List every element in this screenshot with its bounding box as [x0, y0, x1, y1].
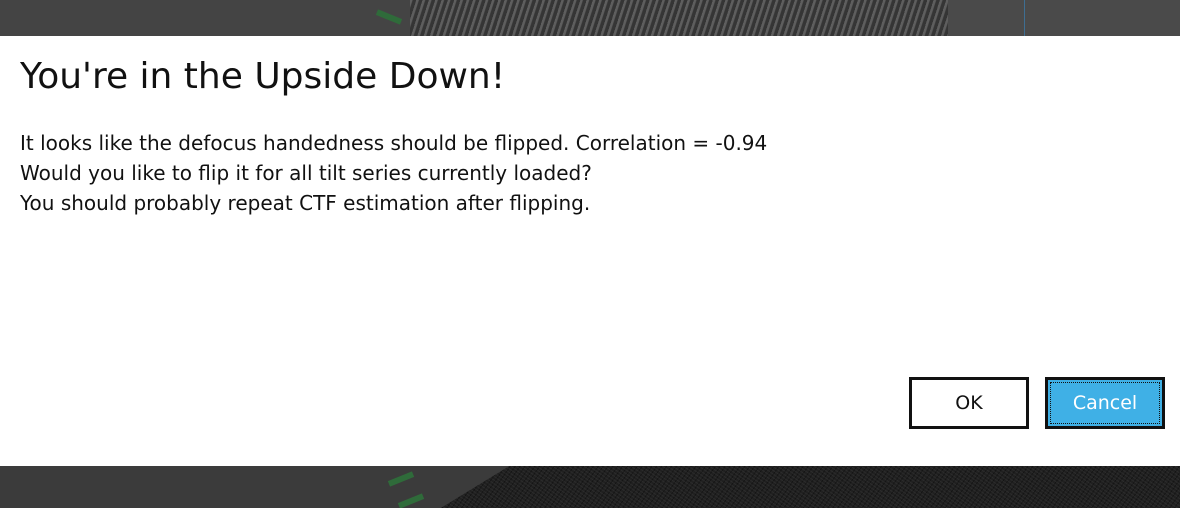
dialog-title: You're in the Upside Down!: [20, 56, 506, 97]
background-side-panel: [948, 0, 1180, 36]
message-line: You should probably repeat CTF estimatio…: [20, 191, 591, 215]
ok-button[interactable]: OK: [909, 377, 1029, 429]
micrograph-preview: [410, 0, 948, 36]
message-line: It looks like the defocus handedness sho…: [20, 131, 768, 155]
micrograph-preview-bottom: [440, 466, 1180, 508]
tick-mark: [397, 493, 425, 508]
tick-mark: [387, 471, 415, 487]
message-dialog: You're in the Upside Down! It looks like…: [0, 36, 1180, 466]
cancel-button[interactable]: Cancel: [1045, 377, 1165, 429]
message-line: Would you like to flip it for all tilt s…: [20, 161, 592, 185]
plot-line: [1024, 0, 1025, 36]
tick-mark: [375, 9, 403, 25]
background-app-bottom: [0, 466, 1180, 508]
dialog-message: It looks like the defocus handedness sho…: [20, 128, 1120, 218]
background-app-top: [0, 0, 1180, 36]
